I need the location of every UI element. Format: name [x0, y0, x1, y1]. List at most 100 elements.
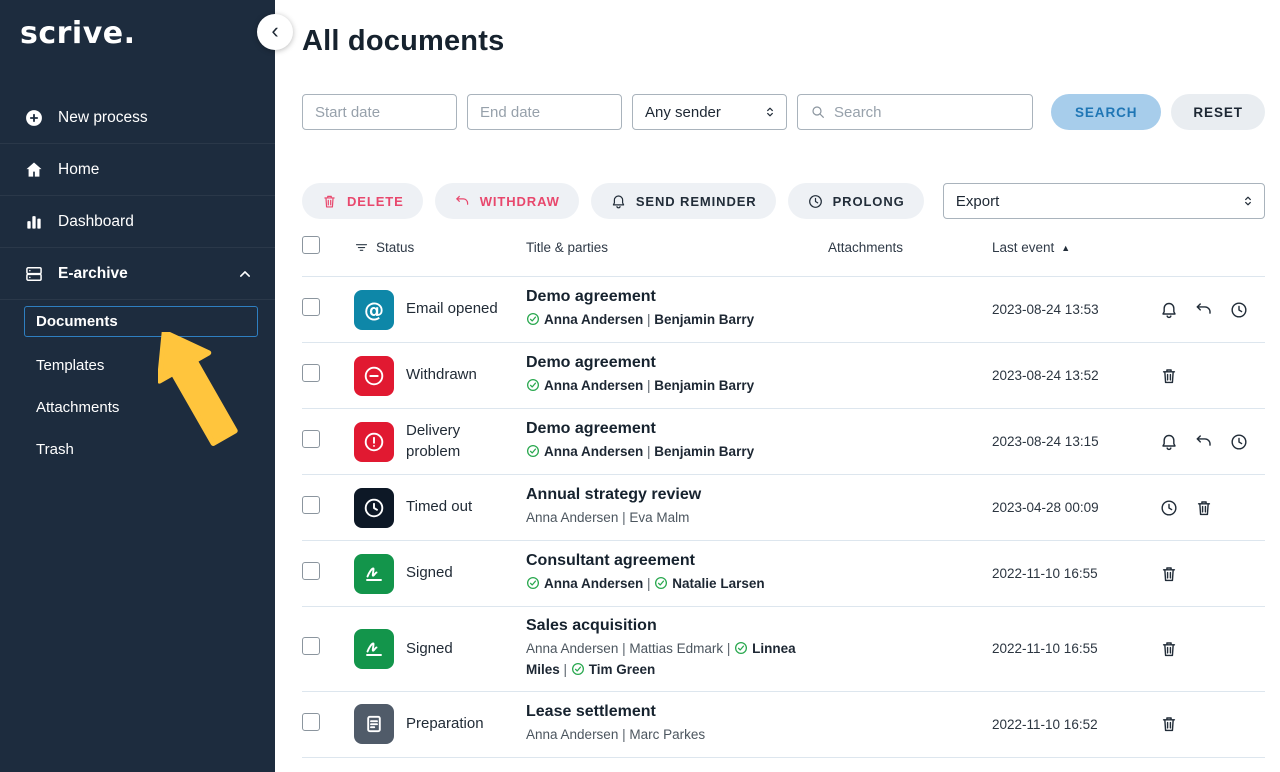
delivery-problem-status-icon [354, 422, 394, 462]
document-title[interactable]: Sales acquisition [526, 617, 828, 635]
withdraw-row-button[interactable] [1193, 299, 1215, 321]
document-title[interactable]: Demo agreement [526, 288, 828, 306]
send-reminder-button[interactable]: SEND REMINDER [591, 183, 776, 219]
column-header-title-parties[interactable]: Title & parties [526, 240, 608, 255]
row-checkbox[interactable] [302, 364, 320, 382]
export-select[interactable]: Export [943, 183, 1265, 219]
prolong-row-button[interactable] [1158, 497, 1180, 519]
party-separator: | [618, 727, 629, 742]
row-checkbox[interactable] [302, 430, 320, 448]
trash-icon [321, 193, 338, 210]
party-name: Benjamin Barry [654, 444, 754, 459]
timed-out-status-icon [354, 488, 394, 528]
sidebar-item-label: Dashboard [58, 213, 134, 231]
sidebar-item-templates[interactable]: Templates [0, 344, 275, 386]
select-arrows-icon [762, 104, 778, 120]
party-separator: | [618, 641, 629, 656]
table-row: SignedConsultant agreementAnna Andersen … [302, 541, 1265, 607]
sender-select[interactable]: Any sender [632, 94, 787, 130]
undo-icon [1194, 300, 1214, 320]
bell-icon [610, 193, 627, 210]
page-title: All documents [302, 22, 1265, 60]
delete-row-button[interactable] [1158, 638, 1180, 660]
search-button[interactable]: SEARCH [1051, 94, 1161, 130]
table-row: Delivery problemDemo agreementAnna Ander… [302, 409, 1265, 475]
document-title[interactable]: Demo agreement [526, 420, 828, 438]
status-label: Email opened [406, 299, 498, 319]
column-header-attachments[interactable]: Attachments [828, 240, 903, 255]
document-title[interactable]: Lease settlement [526, 703, 828, 721]
sidebar-item-trash[interactable]: Trash [0, 428, 275, 470]
column-header-status[interactable]: Status [376, 240, 414, 255]
undo-icon [1194, 432, 1214, 452]
send-reminder-row-button[interactable] [1158, 431, 1180, 453]
delete-row-button[interactable] [1158, 713, 1180, 735]
bulk-action-bar: DELETE WITHDRAW SEND REMINDER PROLONG Ex… [302, 183, 1265, 219]
row-checkbox[interactable] [302, 298, 320, 316]
dashboard-icon [24, 212, 44, 232]
start-date-input[interactable] [302, 94, 457, 130]
delete-row-button[interactable] [1158, 365, 1180, 387]
e-archive-submenu: Documents Templates Attachments Trash [0, 300, 275, 470]
status-label: Preparation [406, 714, 484, 734]
sidebar-item-home[interactable]: Home [0, 144, 275, 196]
table-row: WithdrawnDemo agreementAnna Andersen | B… [302, 343, 1265, 409]
sidebar-item-new-process[interactable]: New process [0, 92, 275, 144]
sidebar-item-label: E-archive [58, 265, 128, 283]
sidebar-item-documents[interactable]: Documents [24, 306, 258, 337]
party-separator: | [560, 662, 571, 677]
party-name: Anna Andersen [526, 510, 618, 525]
row-checkbox[interactable] [302, 713, 320, 731]
export-select-value: Export [956, 193, 999, 210]
sidebar-item-label: New process [58, 109, 148, 127]
trash-icon [1159, 366, 1179, 386]
sender-select-value: Any sender [645, 104, 721, 121]
archive-icon [24, 264, 44, 284]
withdraw-row-button[interactable] [1193, 431, 1215, 453]
prolong-button[interactable]: PROLONG [788, 183, 924, 219]
delete-button[interactable]: DELETE [302, 183, 423, 219]
prolong-row-button[interactable] [1228, 299, 1250, 321]
party-separator: | [723, 641, 734, 656]
party-name: Anna Andersen [526, 727, 618, 742]
back-button[interactable]: ‹ [257, 14, 293, 50]
row-checkbox[interactable] [302, 562, 320, 580]
withdraw-button-label: WITHDRAW [480, 194, 560, 209]
delete-row-button[interactable] [1158, 563, 1180, 585]
row-checkbox[interactable] [302, 637, 320, 655]
reset-button[interactable]: RESET [1171, 94, 1265, 130]
party-name: Marc Parkes [629, 727, 705, 742]
select-all-checkbox[interactable] [302, 236, 320, 254]
prolong-row-button[interactable] [1228, 431, 1250, 453]
parties: Anna Andersen | Mattias Edmark | Linnea … [526, 639, 828, 681]
preparation-status-icon [354, 704, 394, 744]
signed-check-icon [654, 576, 668, 590]
plus-circle-icon [24, 108, 44, 128]
status-label: Signed [406, 639, 453, 659]
withdraw-button[interactable]: WITHDRAW [435, 183, 579, 219]
document-title[interactable]: Consultant agreement [526, 552, 828, 570]
sidebar-item-attachments[interactable]: Attachments [0, 386, 275, 428]
clock-icon [1159, 498, 1179, 518]
app-window: scrive. New process Home Dashboard E-arc… [0, 0, 1280, 772]
last-event-date: 2023-08-24 13:15 [992, 434, 1158, 449]
search-input[interactable] [834, 104, 1020, 121]
table-header: Status Title & parties Attachments Last … [302, 219, 1265, 277]
document-title[interactable]: Demo agreement [526, 354, 828, 372]
end-date-input[interactable] [467, 94, 622, 130]
column-header-last-event[interactable]: Last event [992, 240, 1054, 255]
document-title[interactable]: Annual strategy review [526, 486, 828, 504]
row-checkbox[interactable] [302, 496, 320, 514]
signed-check-icon [526, 378, 540, 392]
withdrawn-status-icon [354, 356, 394, 396]
undo-icon [454, 193, 471, 210]
party-separator: | [643, 444, 654, 459]
send-reminder-row-button[interactable] [1158, 299, 1180, 321]
sidebar-item-e-archive[interactable]: E-archive [0, 248, 275, 300]
filter-bar: Any sender SEARCH RESET [302, 94, 1265, 130]
sidebar-item-dashboard[interactable]: Dashboard [0, 196, 275, 248]
filter-icon[interactable] [354, 240, 369, 255]
delete-row-button[interactable] [1193, 497, 1215, 519]
last-event-date: 2022-11-10 16:52 [992, 717, 1158, 732]
sort-asc-icon[interactable]: ▲ [1061, 243, 1070, 253]
